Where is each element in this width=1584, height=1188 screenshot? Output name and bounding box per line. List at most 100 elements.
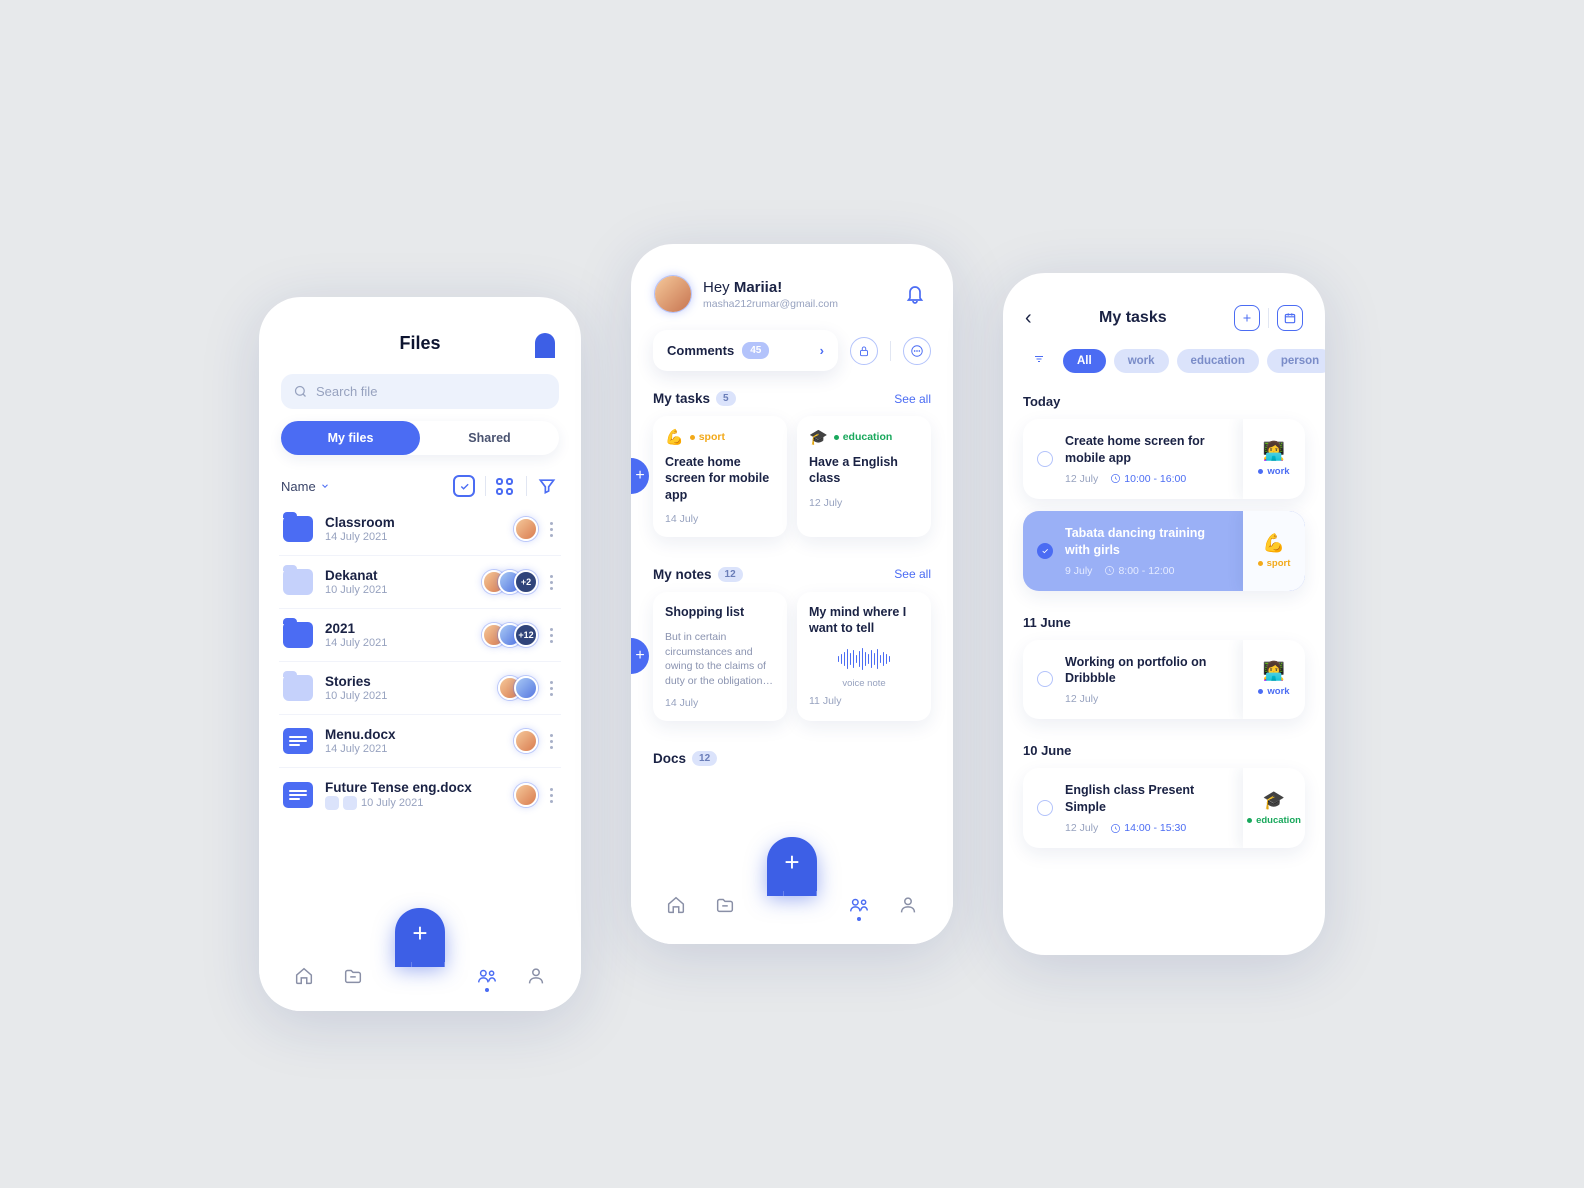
nav-files[interactable] [712,892,738,918]
shared-avatars[interactable] [522,517,538,541]
filter-education[interactable]: education [1177,349,1259,373]
tasks-title: My tasks [1099,309,1167,327]
see-all-notes[interactable]: See all [894,567,931,581]
nav-shared[interactable] [474,963,500,989]
grid-view-button[interactable] [496,478,516,495]
comments-row: Comments 45 › [653,330,931,371]
file-name: 2021 [325,621,490,636]
nav-files[interactable] [340,963,366,989]
task-checkbox[interactable] [1037,671,1053,687]
task-tag: education [834,431,893,443]
file-row[interactable]: Stories10 July 2021 [279,662,561,715]
task-time: 10:00 - 16:00 [1110,473,1186,485]
see-all-tasks[interactable]: See all [894,392,931,406]
chevron-right-icon: › [820,343,824,358]
notifications-button[interactable] [903,281,929,307]
task-card[interactable]: 🎓education Have a English class 12 July [797,416,931,537]
comments-count: 45 [742,342,769,359]
tab-my-files[interactable]: My files [281,421,420,455]
task-checkbox[interactable] [1037,800,1053,816]
task-checkbox[interactable] [1037,451,1053,467]
filter-work[interactable]: work [1114,349,1169,373]
more-menu-button[interactable] [546,624,557,647]
bottom-nav: + [631,866,953,944]
more-menu-button[interactable] [546,730,557,753]
more-menu-button[interactable] [546,677,557,700]
notes-label: My notes [653,567,712,582]
sort-by-name[interactable]: Name [281,479,330,494]
task-card[interactable]: 💪sport Create home screen for mobile app… [653,416,787,537]
select-mode-button[interactable] [453,475,475,497]
task-item[interactable]: Working on portfolio on Dribbble 12 July… [1023,640,1305,720]
filter-menu-button[interactable] [1023,347,1055,374]
file-row[interactable]: Menu.docx14 July 2021 [279,715,561,768]
note-card[interactable]: My mind where I want to tell voice note … [797,592,931,721]
separator [485,476,486,496]
file-row[interactable]: 202114 July 2021 +12 [279,609,561,662]
sort-bar: Name [259,469,581,503]
chat-button[interactable] [903,337,931,365]
voice-note-label: voice note [809,678,919,689]
add-task-handle[interactable]: + [631,458,649,494]
separator [890,341,891,361]
note-date: 11 July [809,695,919,707]
file-name: Dekanat [325,568,490,583]
tasks-count: 5 [716,391,736,406]
waveform-icon [809,646,919,672]
more-menu-button[interactable] [546,518,557,541]
fab-add-button[interactable]: + [767,837,817,891]
search-input[interactable]: Search file [281,374,559,409]
tab-shared[interactable]: Shared [420,421,559,455]
fab-add-button[interactable]: + [395,908,445,962]
calendar-button[interactable] [1277,305,1303,331]
task-date: 9 July [1065,565,1092,577]
more-menu-button[interactable] [546,784,557,807]
files-header: Files [259,297,581,368]
filter-icon[interactable] [537,476,557,496]
filter-all[interactable]: All [1063,349,1106,373]
filter-chips: All work education person [1003,345,1325,386]
filter-personal[interactable]: person [1267,349,1325,373]
files-title: Files [399,333,440,354]
file-row[interactable]: Dekanat10 July 2021 +2 [279,556,561,609]
lock-button[interactable] [850,337,878,365]
user-email: masha212rumar@gmail.com [703,298,891,310]
task-checkbox[interactable] [1037,543,1053,559]
nav-home[interactable] [291,963,317,989]
greeting-prefix: Hey [703,279,734,296]
shared-avatars[interactable]: +2 [490,570,538,594]
add-note-handle[interactable]: + [631,638,649,674]
shared-avatars[interactable]: +12 [490,623,538,647]
file-name: Menu.docx [325,727,522,742]
note-title: My mind where I want to tell [809,604,919,637]
file-row[interactable]: Classroom14 July 2021 [279,503,561,556]
plus-icon: + [784,849,799,875]
nav-profile[interactable] [523,963,549,989]
file-list: Classroom14 July 2021 Dekanat10 July 202… [259,503,581,822]
comments-card[interactable]: Comments 45 › [653,330,838,371]
add-task-button[interactable] [1234,305,1260,331]
task-item[interactable]: Tabata dancing training with girls 9 Jul… [1023,511,1305,591]
nav-profile[interactable] [895,892,921,918]
task-item[interactable]: English class Present Simple 12 July14:0… [1023,768,1305,848]
avatar[interactable] [655,276,691,312]
task-emoji-icon: 💪 [665,428,684,446]
shared-avatars[interactable] [522,729,538,753]
shared-avatars[interactable] [506,676,538,700]
file-row[interactable]: Future Tense eng.docx10 July 2021 [279,768,561,822]
more-menu-button[interactable] [546,571,557,594]
nav-home[interactable] [663,892,689,918]
section-11-june: 11 June Working on portfolio on Dribbble… [1003,607,1325,736]
note-card[interactable]: Shopping list But in certain circumstanc… [653,592,787,721]
task-title: Create home screen for mobile app [665,454,775,503]
user-name: Mariia! [734,279,782,296]
section-10-june: 10 June English class Present Simple 12 … [1003,735,1325,864]
shared-avatars[interactable] [522,783,538,807]
ghost-logo-icon[interactable] [535,333,555,355]
task-item[interactable]: Create home screen for mobile app 12 Jul… [1023,419,1305,499]
nav-shared[interactable] [846,892,872,918]
task-title: Create home screen for mobile app [1065,433,1229,467]
task-date: 12 July [809,497,919,509]
back-button[interactable]: ‹ [1025,307,1032,330]
separator [1268,308,1269,328]
